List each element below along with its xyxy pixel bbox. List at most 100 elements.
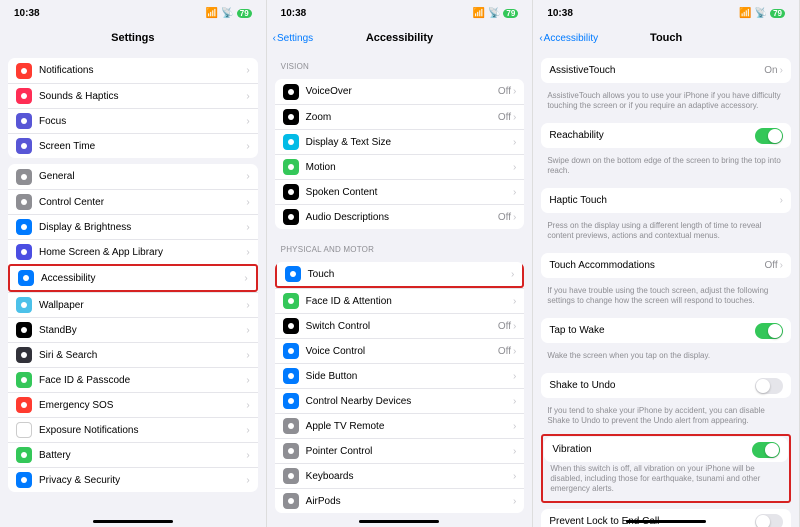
row-audio-descriptions[interactable]: Audio Descriptions Off › — [275, 204, 525, 229]
row-label: Keyboards — [306, 471, 513, 482]
face-id-passcode-icon — [16, 372, 32, 388]
chevron-right-icon: › — [513, 421, 516, 432]
row-airpods[interactable]: AirPods › — [275, 488, 525, 513]
row-assistivetouch[interactable]: AssistiveTouch On › — [541, 58, 791, 83]
row-label: Wallpaper — [39, 300, 246, 311]
row-side-button[interactable]: Side Button › — [275, 363, 525, 388]
row-face-id-passcode[interactable]: Face ID & Passcode › — [8, 367, 258, 392]
row-exposure-notifications[interactable]: Exposure Notifications › — [8, 417, 258, 442]
row-label: Shake to Undo — [549, 380, 755, 391]
highlight-vibration: Vibration When this switch is off, all v… — [541, 434, 791, 503]
row-standby[interactable]: StandBy › — [8, 317, 258, 342]
accessibility-list[interactable]: VISION VoiceOver Off › Zoom Off › Displa… — [267, 50, 533, 527]
general-icon — [16, 169, 32, 185]
row-voice-control[interactable]: Voice Control Off › — [275, 338, 525, 363]
back-button[interactable]: ‹ Settings — [273, 33, 313, 44]
row-control-center[interactable]: Control Center › — [8, 189, 258, 214]
row-wallpaper[interactable]: Wallpaper › — [8, 292, 258, 317]
row-label: Switch Control — [306, 321, 498, 332]
row-sounds-haptics[interactable]: Sounds & Haptics › — [8, 83, 258, 108]
row-accessibility[interactable]: Accessibility › — [8, 264, 258, 292]
home-indicator[interactable] — [93, 520, 173, 523]
chevron-right-icon: › — [780, 260, 783, 271]
chevron-right-icon: › — [513, 112, 516, 123]
row-haptic-touch[interactable]: Haptic Touch › — [541, 188, 791, 213]
row-tap-to-wake[interactable]: Tap to Wake — [541, 318, 791, 343]
switch-vibration[interactable] — [752, 442, 780, 458]
row-label: Spoken Content — [306, 187, 513, 198]
row-apple-tv-remote[interactable]: Apple TV Remote › — [275, 413, 525, 438]
display-brightness-icon — [16, 219, 32, 235]
row-keyboards[interactable]: Keyboards › — [275, 463, 525, 488]
notifications-icon — [16, 63, 32, 79]
status-time: 10:38 — [14, 8, 40, 19]
accessibility-icon — [18, 270, 34, 286]
row-display-brightness[interactable]: Display & Brightness › — [8, 214, 258, 239]
row-notifications[interactable]: Notifications › — [8, 58, 258, 83]
wifi-icon: 📡 — [755, 8, 767, 19]
chevron-right-icon: › — [513, 162, 516, 173]
row-label: StandBy — [39, 325, 246, 336]
row-value: Off — [764, 260, 777, 271]
row-general[interactable]: General › — [8, 164, 258, 189]
row-pointer-control[interactable]: Pointer Control › — [275, 438, 525, 463]
back-button[interactable]: ‹ Accessibility — [539, 33, 598, 44]
row-label: Focus — [39, 116, 246, 127]
row-label: Haptic Touch — [549, 195, 779, 206]
row-display-text-size[interactable]: Display & Text Size › — [275, 129, 525, 154]
row-label: Reachability — [549, 130, 755, 141]
chevron-right-icon: › — [246, 116, 249, 127]
home-indicator[interactable] — [626, 520, 706, 523]
footnote: Wake the screen when you tap on the disp… — [541, 349, 791, 367]
row-touch-accommodations[interactable]: Touch Accommodations Off › — [541, 253, 791, 278]
row-control-nearby-devices[interactable]: Control Nearby Devices › — [275, 388, 525, 413]
switch-prevent-lock[interactable] — [755, 514, 783, 527]
row-switch-control[interactable]: Switch Control Off › — [275, 313, 525, 338]
page-title: Touch — [650, 32, 682, 44]
row-label: Siri & Search — [39, 350, 246, 361]
row-battery[interactable]: Battery › — [8, 442, 258, 467]
row-siri-search[interactable]: Siri & Search › — [8, 342, 258, 367]
chevron-right-icon: › — [513, 346, 516, 357]
row-label: Privacy & Security — [39, 475, 246, 486]
chevron-right-icon: › — [246, 475, 249, 486]
chevron-right-icon: › — [246, 400, 249, 411]
row-screen-time[interactable]: Screen Time › — [8, 133, 258, 158]
row-label: Vibration — [552, 444, 752, 455]
row-emergency-sos[interactable]: Emergency SOS › — [8, 392, 258, 417]
row-home-screen-app-library[interactable]: Home Screen & App Library › — [8, 239, 258, 264]
home-indicator[interactable] — [359, 520, 439, 523]
status-bar: 10:38 📶 📡 79 — [267, 0, 533, 26]
screen-touch: 10:38 📶 📡 79 ‹ Accessibility Touch Assis… — [533, 0, 800, 527]
row-prevent-lock[interactable]: Prevent Lock to End Call — [541, 509, 791, 527]
row-label: Accessibility — [41, 273, 244, 284]
footnote: If you have trouble using the touch scre… — [541, 284, 791, 312]
row-privacy-security[interactable]: Privacy & Security › — [8, 467, 258, 492]
screen-time-icon — [16, 138, 32, 154]
row-value: Off — [498, 212, 511, 223]
switch-tap-to-wake[interactable] — [755, 323, 783, 339]
row-shake-to-undo[interactable]: Shake to Undo — [541, 373, 791, 398]
row-reachability[interactable]: Reachability — [541, 123, 791, 148]
voiceover-icon — [283, 84, 299, 100]
touch-list[interactable]: AssistiveTouch On › AssistiveTouch allow… — [533, 50, 799, 527]
row-label: Tap to Wake — [549, 325, 755, 336]
nav-bar: ‹ Settings Accessibility — [267, 26, 533, 50]
switch-reachability[interactable] — [755, 128, 783, 144]
row-motion[interactable]: Motion › — [275, 154, 525, 179]
chevron-right-icon: › — [513, 321, 516, 332]
footnote: AssistiveTouch allows you to use your iP… — [541, 89, 791, 117]
row-touch[interactable]: Touch › — [275, 262, 525, 288]
settings-list[interactable]: Notifications › Sounds & Haptics › Focus… — [0, 50, 266, 527]
switch-shake-to-undo[interactable] — [755, 378, 783, 394]
row-vibration[interactable]: Vibration — [544, 437, 788, 462]
row-voiceover[interactable]: VoiceOver Off › — [275, 79, 525, 104]
chevron-right-icon: › — [246, 325, 249, 336]
row-focus[interactable]: Focus › — [8, 108, 258, 133]
spoken-content-icon — [283, 184, 299, 200]
row-zoom[interactable]: Zoom Off › — [275, 104, 525, 129]
row-face-id-attention[interactable]: Face ID & Attention › — [275, 288, 525, 313]
chevron-right-icon: › — [246, 91, 249, 102]
row-label: Battery — [39, 450, 246, 461]
row-spoken-content[interactable]: Spoken Content › — [275, 179, 525, 204]
